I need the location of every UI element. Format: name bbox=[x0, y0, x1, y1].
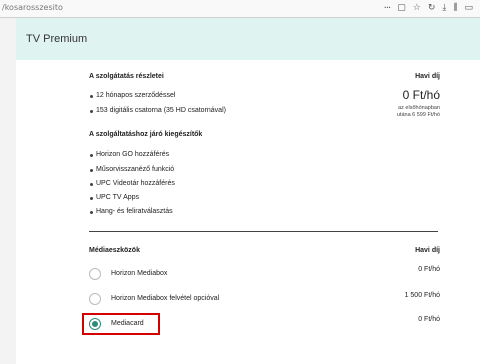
download-icon[interactable]: ⤓ bbox=[442, 4, 446, 13]
devices-price-heading: Havi díj bbox=[415, 247, 440, 254]
option-price: 0 Ft/hó bbox=[418, 316, 440, 323]
bullet-icon bbox=[90, 95, 93, 98]
price-note: az elsőhónapban bbox=[398, 105, 440, 111]
radio-horizon-mediabox-recording[interactable] bbox=[89, 293, 101, 305]
bullet-icon bbox=[90, 169, 93, 172]
extras-item: UPC TV Apps bbox=[96, 194, 140, 201]
price-value: 0 Ft/hó bbox=[402, 88, 440, 102]
extras-item: Horizon GO hozzáférés bbox=[96, 151, 170, 158]
extras-item: UPC Videotár hozzáférés bbox=[96, 180, 175, 187]
library-icon[interactable]: ⫼ bbox=[453, 4, 457, 13]
details-heading: A szolgátatás részletei bbox=[89, 73, 164, 80]
radio-horizon-mediabox[interactable] bbox=[89, 268, 101, 280]
option-label[interactable]: Horizon Mediabox bbox=[111, 270, 167, 277]
section-divider bbox=[89, 231, 438, 232]
card-header: TV Premium bbox=[16, 18, 480, 60]
bullet-icon bbox=[90, 154, 93, 157]
toolbar-icons: ··· ▢ ☆ ↻ ⤓ ⫼ ▭ bbox=[384, 0, 480, 17]
option-price: 1 500 Ft/hó bbox=[404, 292, 440, 299]
bullet-icon bbox=[90, 110, 93, 113]
option-price: 0 Ft/hó bbox=[418, 266, 440, 273]
reload-icon[interactable]: ↻ bbox=[428, 4, 436, 13]
extras-item: Hang- és feliratválasztás bbox=[96, 208, 173, 215]
details-item: 153 digitális csatorna (35 HD csatornáva… bbox=[96, 107, 226, 114]
extras-heading: A szolgáltatáshoz járó kiegészítők bbox=[89, 131, 203, 138]
devices-heading: Médiaeszközök bbox=[89, 247, 140, 254]
product-card: TV Premium A szolgátatás részletei 12 hó… bbox=[16, 18, 480, 364]
bullet-icon bbox=[90, 211, 93, 214]
bullet-icon bbox=[90, 197, 93, 200]
highlight-box bbox=[82, 313, 160, 335]
price-heading: Havi díj bbox=[415, 73, 440, 80]
url-bar[interactable]: /kosarosszesito bbox=[2, 3, 63, 12]
option-label[interactable]: Horizon Mediabox felvétel opcióval bbox=[111, 295, 219, 302]
card-title: TV Premium bbox=[26, 33, 88, 45]
extras-item: Műsorvisszanéző funkció bbox=[96, 166, 175, 173]
details-item: 12 hónapos szerződéssel bbox=[96, 92, 176, 99]
browser-toolbar: /kosarosszesito ··· ▢ ☆ ↻ ⤓ ⫼ ▭ bbox=[0, 0, 480, 18]
price-note: utána 6 599 Ft/hó bbox=[396, 112, 440, 118]
bullet-icon bbox=[90, 183, 93, 186]
sidebar-icon[interactable]: ▭ bbox=[464, 4, 473, 13]
more-icon[interactable]: ··· bbox=[384, 3, 391, 14]
bookmark-icon[interactable]: ▢ bbox=[397, 4, 406, 13]
star-icon[interactable]: ☆ bbox=[413, 4, 421, 13]
